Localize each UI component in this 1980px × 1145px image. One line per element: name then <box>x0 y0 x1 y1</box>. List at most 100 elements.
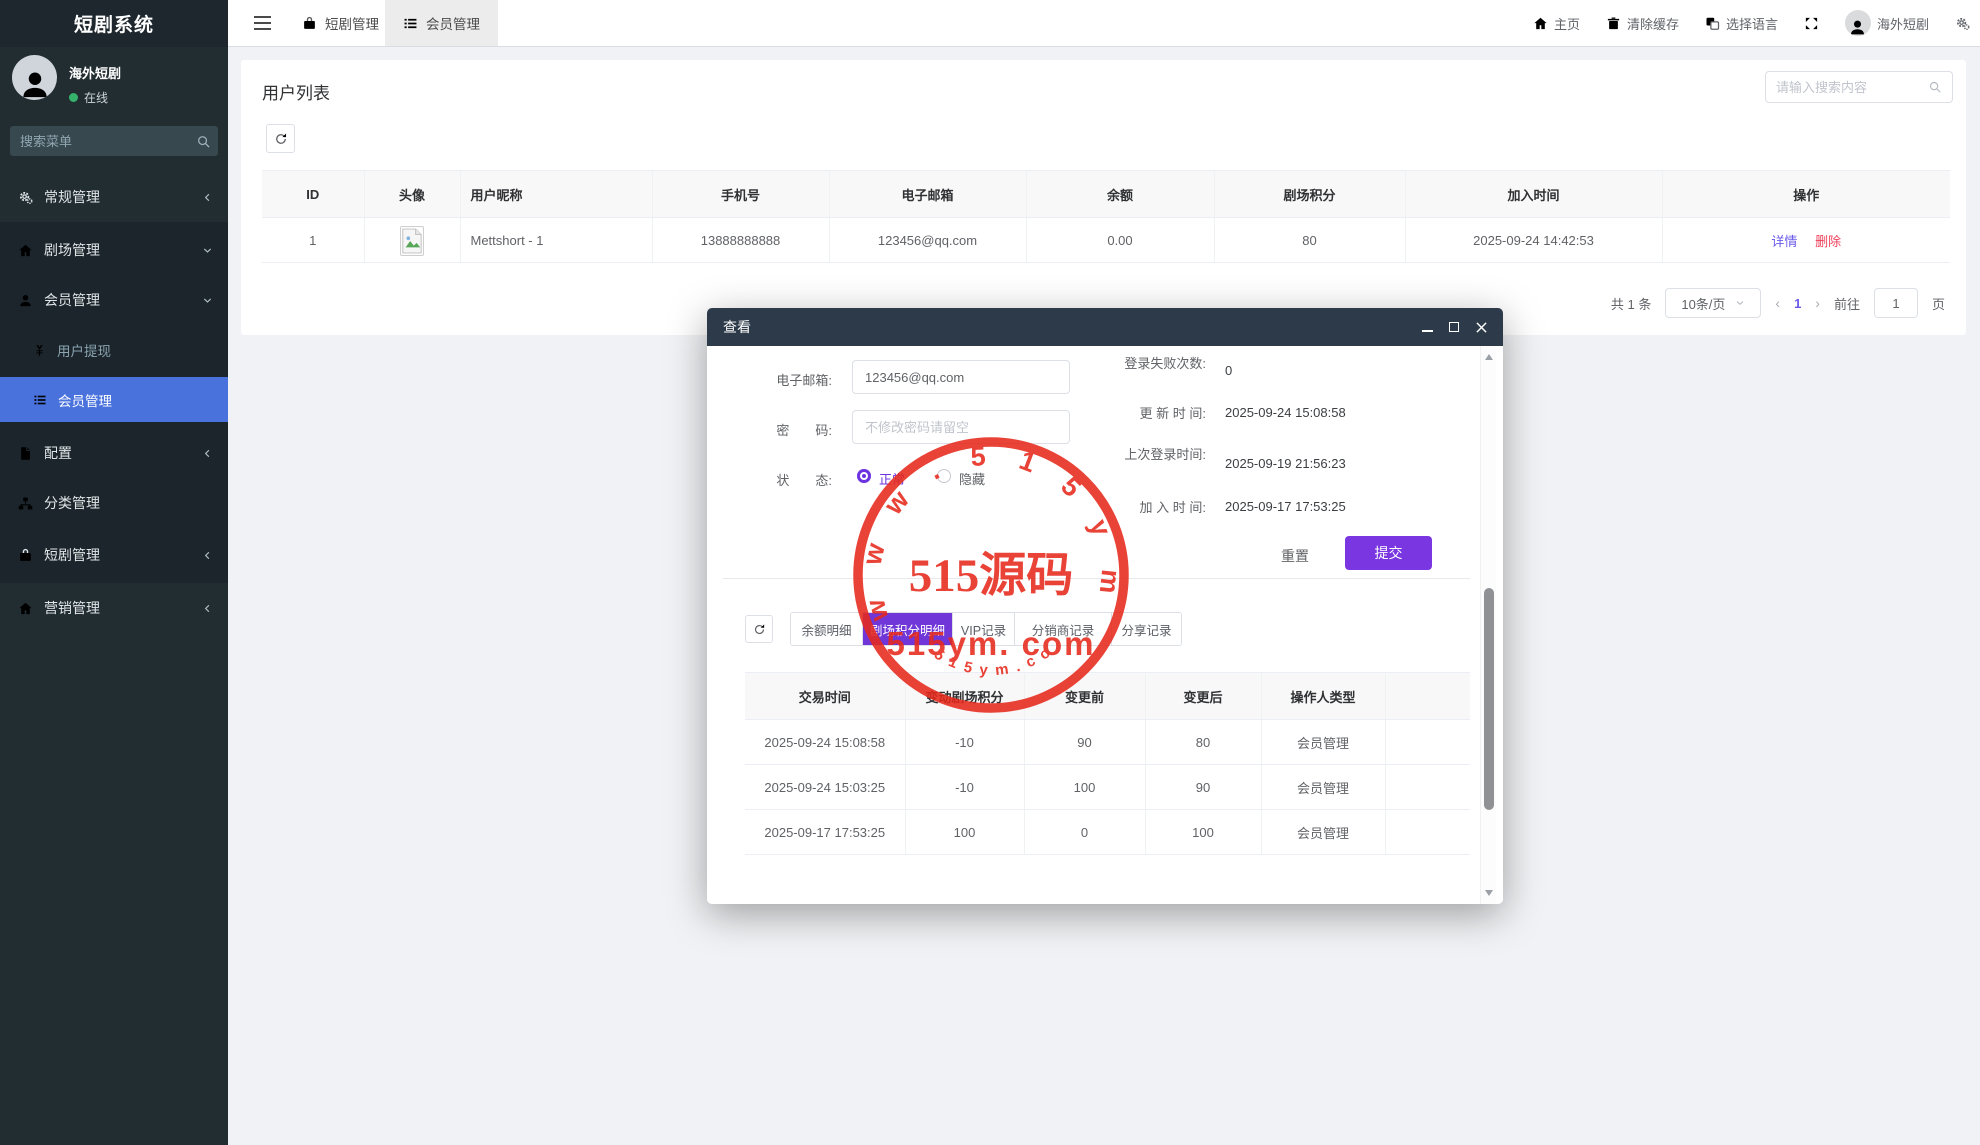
tab-theater-points-detail[interactable]: 剧场积分明细 <box>863 613 953 645</box>
page-size-select[interactable]: 10条/页 <box>1665 288 1762 318</box>
table-row: 2025-09-24 15:08:58 -10 90 80 会员管理 <box>745 719 1470 765</box>
sidebar-item-theater[interactable]: 剧场管理 <box>0 225 228 275</box>
detail-link[interactable]: 详情 <box>1771 234 1797 249</box>
delete-link[interactable]: 删除 <box>1815 234 1841 249</box>
sidebar-item-category[interactable]: 分类管理 <box>0 478 228 528</box>
radio-normal-label[interactable]: 正常 <box>879 469 905 488</box>
tab-vip-records[interactable]: VIP记录 <box>953 613 1015 645</box>
person-icon <box>1848 17 1867 36</box>
fullscreen-button[interactable] <box>1804 16 1819 31</box>
search-input[interactable] <box>1776 79 1928 95</box>
home-link[interactable]: 主页 <box>1533 14 1580 33</box>
user-icon <box>18 293 33 308</box>
sidebar-user-status: 在线 <box>84 91 109 105</box>
settings-button[interactable] <box>1955 16 1970 31</box>
goto-label: 前往 <box>1833 296 1860 312</box>
sidebar-item-config[interactable]: 配置 <box>0 428 228 478</box>
clear-cache-link[interactable]: 清除缓存 <box>1606 14 1679 33</box>
scroll-up-icon[interactable] <box>1485 354 1493 360</box>
current-page[interactable]: 1 <box>1794 296 1801 311</box>
page-unit-label: 页 <box>1931 296 1945 312</box>
sidebar-item-user-withdraw[interactable]: 用户提现 <box>0 325 228 375</box>
modal-scrollbar[interactable] <box>1480 346 1496 904</box>
sidebar-item-drama[interactable]: 短剧管理 <box>0 530 228 580</box>
cell-points: 80 <box>1214 217 1406 263</box>
col-header-balance: 余额 <box>1026 170 1215 218</box>
avatar <box>1844 10 1871 36</box>
sidebar-item-label: 营销管理 <box>44 600 100 616</box>
cell-before: 0 <box>1024 809 1146 855</box>
sidebar-item-members[interactable]: 会员管理 <box>0 275 228 325</box>
radio-hidden-label[interactable]: 隐藏 <box>959 469 985 488</box>
goto-page-input[interactable] <box>1873 288 1918 318</box>
search-icon[interactable] <box>1928 80 1942 94</box>
cell-empty <box>1385 764 1470 810</box>
sitemap-icon <box>18 496 33 511</box>
broken-image-icon <box>400 225 424 256</box>
sidebar-item-label: 短剧管理 <box>44 547 100 563</box>
email-label: 电子邮箱: <box>776 373 832 388</box>
tab-distributor-records[interactable]: 分销商记录 <box>1015 613 1112 645</box>
minimize-icon[interactable] <box>1421 321 1433 333</box>
fullscreen-icon <box>1804 16 1819 31</box>
scrollbar-thumb[interactable] <box>1484 588 1494 810</box>
cell-empty <box>1385 809 1470 855</box>
radio-hidden[interactable] <box>937 469 951 483</box>
submit-button[interactable]: 提交 <box>1345 536 1432 570</box>
last-login-value: 2025-09-19 21:56:23 <box>1225 456 1346 471</box>
col-header-after: 变更后 <box>1145 672 1262 720</box>
refresh-icon <box>274 132 288 146</box>
cell-nickname: Mettshort - 1 <box>460 217 653 263</box>
close-icon[interactable] <box>1475 321 1487 333</box>
col-header-join-time: 加入时间 <box>1405 170 1663 218</box>
email-input[interactable] <box>852 360 1070 394</box>
tab-member-manage[interactable]: 会员管理 <box>385 0 498 46</box>
password-input[interactable] <box>852 410 1070 444</box>
maximize-icon[interactable] <box>1448 321 1460 333</box>
cell-operator-type: 会员管理 <box>1261 719 1386 765</box>
cell-join-time: 2025-09-24 14:42:53 <box>1405 217 1663 263</box>
update-time-label: 更 新 时 间: <box>1139 406 1206 421</box>
modal-title: 查看 <box>723 319 751 335</box>
avatar <box>12 55 57 100</box>
sidebar-item-general[interactable]: 常规管理 <box>0 172 228 222</box>
col-header-avatar: 头像 <box>364 170 461 218</box>
view-modal: 查看 电子邮箱: 密 码: 状 态: 正常 隐藏 登录失败次数: 0 <box>707 308 1503 904</box>
tab-share-records[interactable]: 分享记录 <box>1112 613 1181 645</box>
bag-icon <box>302 16 317 31</box>
hamburger-icon[interactable] <box>242 0 282 46</box>
reset-button[interactable]: 重置 <box>1281 546 1309 566</box>
language-link[interactable]: 选择语言 <box>1705 14 1778 33</box>
tab-balance-detail[interactable]: 余额明细 <box>791 613 863 645</box>
language-icon <box>1705 16 1720 31</box>
sidebar-item-member-manage-active[interactable]: 会员管理 <box>0 377 228 422</box>
update-time-value: 2025-09-24 15:08:58 <box>1225 405 1346 420</box>
cell-phone: 13888888888 <box>652 217 830 263</box>
chevron-down-icon <box>202 245 213 256</box>
col-header-phone: 手机号 <box>652 170 830 218</box>
cell-actions: 详情 删除 <box>1662 217 1950 263</box>
search-icon[interactable] <box>196 134 211 149</box>
records-refresh-button[interactable] <box>745 615 773 643</box>
home-icon <box>18 243 33 258</box>
col-header-empty <box>1385 672 1470 720</box>
col-header-id: ID <box>262 170 365 218</box>
cell-after: 80 <box>1145 719 1262 765</box>
modal-titlebar[interactable]: 查看 <box>707 308 1503 346</box>
tab-label: 短剧管理 <box>325 17 379 32</box>
sidebar-user-name: 海外短剧 <box>69 66 122 81</box>
radio-normal[interactable] <box>857 469 871 483</box>
points-records-table: 交易时间 变动剧场积分 变更前 变更后 操作人类型 2025-09-24 15:… <box>745 672 1470 855</box>
prev-page-button[interactable]: ‹ <box>1775 295 1780 311</box>
cell-balance: 0.00 <box>1026 217 1215 263</box>
tab-drama-manage[interactable]: 短剧管理 <box>284 0 397 46</box>
col-header-actions: 操作 <box>1662 170 1950 218</box>
next-page-button[interactable]: › <box>1815 295 1820 311</box>
cell-operator-type: 会员管理 <box>1261 764 1386 810</box>
user-menu[interactable]: 海外短剧 <box>1844 10 1929 36</box>
sidebar-search-input[interactable] <box>20 133 196 149</box>
refresh-button[interactable] <box>266 124 295 153</box>
language-label: 选择语言 <box>1725 16 1778 32</box>
scroll-down-icon[interactable] <box>1485 890 1493 896</box>
sidebar-item-marketing[interactable]: 营销管理 <box>0 583 228 633</box>
